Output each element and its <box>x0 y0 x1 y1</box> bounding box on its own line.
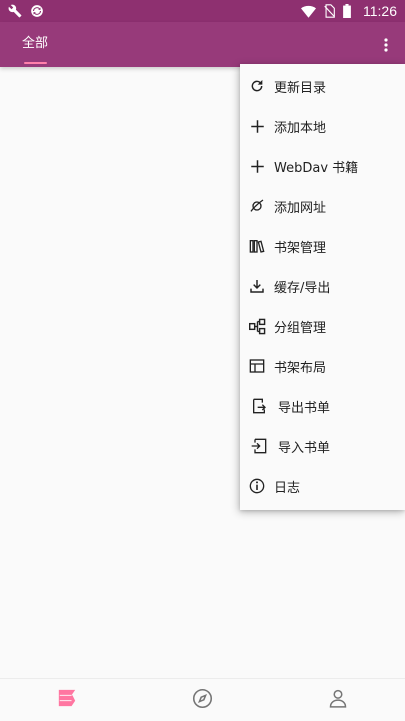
menu-item-bookshelf-manage[interactable]: 书架管理 <box>240 226 405 266</box>
more-options-button[interactable] <box>374 34 398 58</box>
download-icon <box>248 277 266 295</box>
status-bar: 11:26 <box>0 0 405 22</box>
wrench-icon <box>8 4 22 18</box>
refresh-icon <box>248 77 266 95</box>
tab-all[interactable]: 全部 <box>22 32 48 51</box>
group-icon <box>248 317 266 335</box>
menu-item-webdav-books[interactable]: WebDav 书籍 <box>240 146 405 186</box>
export-icon <box>250 397 268 415</box>
overflow-menu: 更新目录 添加本地 WebDav 书籍 添加网址 书架管理 缓存/导出 分组管理… <box>240 64 405 510</box>
bookshelf-icon <box>248 237 266 255</box>
info-icon <box>248 477 266 495</box>
menu-item-label: 添加本地 <box>274 120 327 136</box>
plus-icon <box>248 117 266 135</box>
menu-item-label: 书架管理 <box>274 240 327 256</box>
menu-item-label: 导出书单 <box>278 400 331 416</box>
menu-item-label: 缓存/导出 <box>274 280 331 296</box>
menu-item-label: 分组管理 <box>274 320 327 336</box>
menu-item-log[interactable]: 日志 <box>240 466 405 506</box>
plus-icon <box>248 157 266 175</box>
battery-icon <box>343 4 351 18</box>
menu-item-label: 更新目录 <box>274 80 327 96</box>
compass-icon <box>192 688 213 713</box>
menu-item-import-booklist[interactable]: 导入书单 <box>240 426 405 466</box>
more-vert-icon <box>384 37 388 56</box>
wifi-icon <box>301 5 316 18</box>
menu-item-group-manage[interactable]: 分组管理 <box>240 306 405 346</box>
bottom-navigation <box>0 678 405 721</box>
tab-indicator <box>24 62 47 64</box>
planet-icon <box>248 197 266 215</box>
menu-item-update-toc[interactable]: 更新目录 <box>240 66 405 106</box>
menu-item-add-local[interactable]: 添加本地 <box>240 106 405 146</box>
bookshelf-nav-icon <box>56 688 78 712</box>
menu-item-label: WebDav 书籍 <box>274 160 359 176</box>
menu-item-cache-export[interactable]: 缓存/导出 <box>240 266 405 306</box>
import-icon <box>250 437 268 455</box>
nav-discover[interactable] <box>190 688 214 712</box>
app-bar: 全部 <box>0 22 405 67</box>
nav-bookshelf[interactable] <box>55 688 79 712</box>
menu-item-export-booklist[interactable]: 导出书单 <box>240 386 405 426</box>
no-sim-icon <box>324 4 335 18</box>
menu-item-label: 导入书单 <box>278 440 331 456</box>
menu-item-label: 日志 <box>274 480 301 496</box>
menu-item-add-url[interactable]: 添加网址 <box>240 186 405 226</box>
person-icon <box>328 688 348 713</box>
menu-item-bookshelf-layout[interactable]: 书架布局 <box>240 346 405 386</box>
layout-icon <box>248 357 266 375</box>
status-time: 11:26 <box>363 3 397 19</box>
menu-item-label: 添加网址 <box>274 200 327 216</box>
sync-icon <box>30 4 44 18</box>
nav-profile[interactable] <box>326 688 350 712</box>
menu-item-label: 书架布局 <box>274 360 327 376</box>
